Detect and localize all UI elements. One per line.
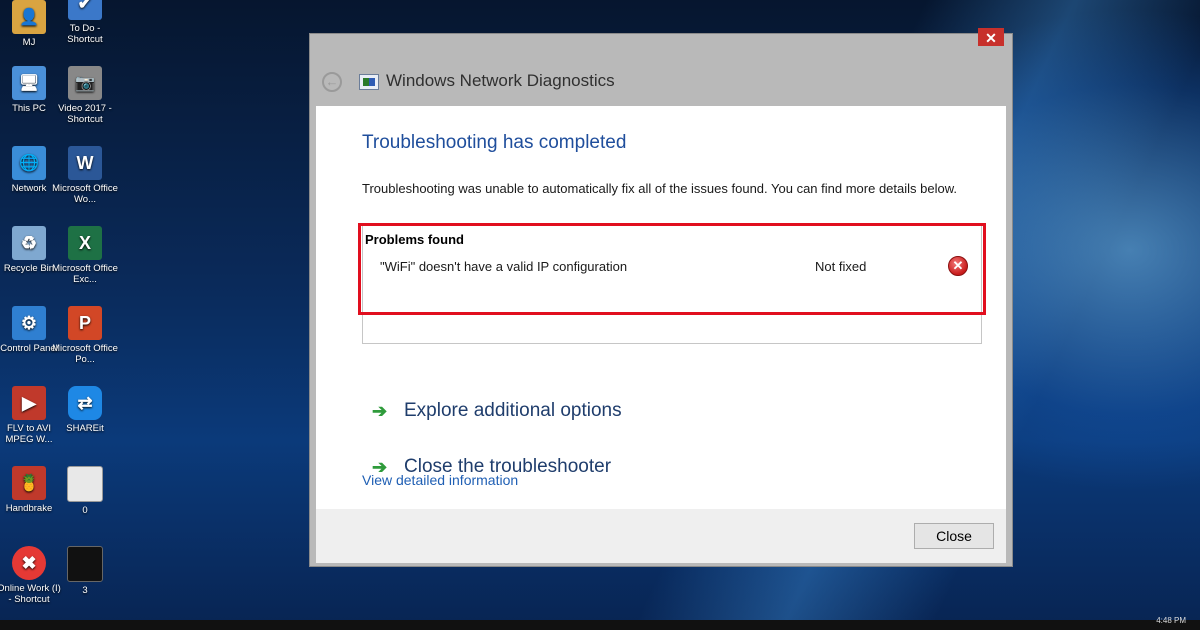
issue-status: Not fixed [815, 259, 867, 274]
dialog-content: Troubleshooting has completed Troublesho… [316, 106, 1006, 509]
desktop-icon-video[interactable]: 📷 Video 2017 - Shortcut [52, 66, 118, 125]
error-circle-icon: ✖ [12, 546, 46, 580]
terminal-thumbnail-icon [67, 546, 103, 582]
control-panel-icon: ⚙ [12, 306, 46, 340]
handbrake-icon: 🍍 [12, 466, 46, 500]
error-icon: ✕ [948, 256, 968, 276]
desktop-icon-label: 3 [82, 585, 88, 596]
computer-icon: 🖥 [12, 66, 46, 100]
explore-options-link[interactable]: ➔ Explore additional options [372, 400, 622, 422]
network-diagnostics-dialog: ✕ ← Windows Network Diagnostics Troubles… [309, 28, 1013, 567]
desktop-icon-label: Microsoft Office Po... [52, 343, 118, 365]
excel-icon: X [68, 226, 102, 260]
window-close-button[interactable]: ✕ [978, 28, 1004, 46]
window-title: Windows Network Diagnostics [386, 71, 615, 90]
window-thumbnail-icon [67, 466, 103, 502]
back-arrow-icon: ← [325, 74, 339, 89]
desktop-icon-excel[interactable]: X Microsoft Office Exc... [52, 226, 118, 285]
desktop-icon-word[interactable]: W Microsoft Office Wo... [52, 146, 118, 205]
desktop-icon-file-3[interactable]: 3 [52, 546, 118, 596]
back-button[interactable]: ← [322, 72, 342, 92]
problems-found-label: Problems found [365, 232, 464, 247]
checklist-icon: ✔ [68, 0, 102, 20]
desktop-icon-label: 0 [82, 505, 88, 516]
desktop-icon-label: Microsoft Office Exc... [52, 263, 118, 285]
network-diagnostics-icon [359, 74, 379, 90]
word-icon: W [68, 146, 102, 180]
issue-description[interactable]: "WiFi" doesn't have a valid IP configura… [380, 259, 627, 274]
description-text: Troubleshooting was unable to automatica… [362, 181, 957, 196]
title-bar: ✕ ← Windows Network Diagnostics [310, 28, 1012, 106]
camera-icon: 📷 [68, 66, 102, 100]
shareit-icon: ⇄ [68, 386, 102, 420]
powerpoint-icon: P [68, 306, 102, 340]
recycle-bin-icon: ♻ [12, 226, 46, 260]
network-globe-icon: 🌐 [12, 146, 46, 180]
desktop-icon-file-0[interactable]: 0 [52, 466, 118, 516]
desktop-icon-label: SHAREit [66, 423, 104, 434]
desktop-icon-todo[interactable]: ✔ To Do - Shortcut [52, 0, 118, 45]
dialog-footer: Close [316, 509, 1006, 563]
desktop-icon-label: Microsoft Office Wo... [52, 183, 118, 205]
media-converter-icon: ▶ [12, 386, 46, 420]
option-label: Explore additional options [404, 400, 622, 421]
green-arrow-icon: ➔ [372, 400, 388, 421]
desktop-icon-shareit[interactable]: ⇄ SHAREit [52, 386, 118, 434]
user-folder-icon: 👤 [12, 0, 46, 34]
close-icon: ✕ [985, 30, 997, 46]
page-title: Troubleshooting has completed [362, 132, 627, 153]
view-detailed-information-link[interactable]: View detailed information [362, 472, 518, 488]
close-button[interactable]: Close [914, 523, 994, 549]
taskbar: 4:48 PM [0, 616, 1200, 630]
desktop-icon-label: To Do - Shortcut [67, 23, 103, 45]
desktop-icon-powerpoint[interactable]: P Microsoft Office Po... [52, 306, 118, 365]
desktop-icon-label: Video 2017 - Shortcut [58, 103, 112, 125]
taskbar-clock[interactable]: 4:48 PM [1156, 616, 1186, 625]
